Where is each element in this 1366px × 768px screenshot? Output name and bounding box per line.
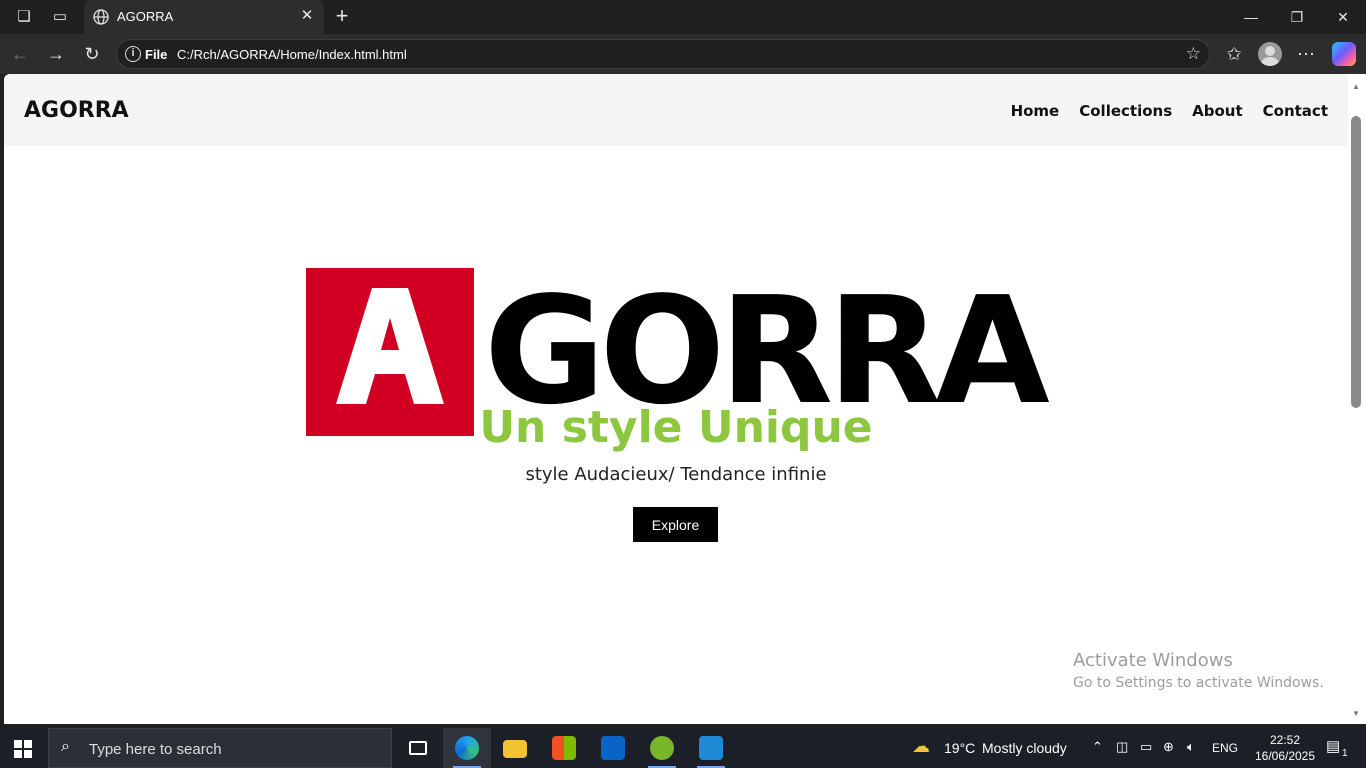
outlook-icon (601, 736, 625, 760)
search-icon: ⌕ (61, 738, 70, 755)
forward-button[interactable]: → (44, 42, 68, 66)
restore-button[interactable]: ❐ (1274, 0, 1320, 34)
taskbar-clock[interactable]: 22:52 16/06/2025 (1254, 732, 1316, 764)
language-indicator[interactable]: ENG (1212, 741, 1238, 755)
browser-tab[interactable]: AGORRA ✕ (84, 0, 324, 34)
watermark-title: Activate Windows (1073, 650, 1233, 671)
hero-subtitle: style Audacieux/ Tendance infinie (525, 464, 827, 485)
tab-title: AGORRA (117, 9, 174, 24)
activate-windows-watermark: Activate Windows Go to Settings to activ… (1073, 650, 1324, 691)
browser-toolbar: ← → ↻ i File C:/Rch/AGORRA/Home/Index.ht… (0, 34, 1366, 74)
refresh-button[interactable]: ↻ (80, 42, 104, 66)
back-button[interactable]: ← (8, 42, 32, 66)
start-button[interactable] (14, 740, 32, 758)
taskbar-search[interactable]: ⌕ Type here to search (48, 728, 392, 768)
search-placeholder: Type here to search (89, 741, 222, 758)
scroll-up-icon[interactable]: ▲ (1352, 82, 1360, 91)
windows-logo-icon (14, 740, 22, 748)
clock-date: 16/06/2025 (1254, 749, 1316, 763)
store-icon (552, 736, 576, 760)
folder-icon (503, 740, 527, 758)
windows-taskbar: ⌕ Type here to search ☁ 19°C Mostly clou… (0, 728, 1366, 768)
task-view-icon (409, 741, 427, 755)
taskbar-outlook[interactable] (589, 728, 637, 768)
site-nav: Home Collections About Contact (1011, 102, 1328, 120)
chevron-up-icon[interactable]: ⌃ (1092, 739, 1103, 755)
workspaces-icon[interactable]: ❏ (13, 6, 35, 28)
task-view-button[interactable] (394, 728, 442, 768)
watermark-subtitle: Go to Settings to activate Windows. (1073, 675, 1324, 691)
clock-time: 22:52 (1269, 733, 1301, 747)
battery-icon[interactable]: ▭ (1140, 739, 1152, 755)
taskbar-vscode[interactable] (687, 728, 735, 768)
site-header: AGORRA Home Collections About Contact (4, 74, 1348, 146)
info-icon[interactable]: i (125, 46, 141, 62)
globe-icon (93, 9, 109, 25)
taskbar-file-explorer[interactable] (491, 728, 539, 768)
url-scheme-label: File (145, 47, 168, 62)
nav-home[interactable]: Home (1011, 102, 1060, 120)
nav-collections[interactable]: Collections (1079, 102, 1172, 120)
copilot-icon[interactable] (1332, 42, 1356, 66)
nav-contact[interactable]: Contact (1263, 102, 1328, 120)
meet-now-icon[interactable]: ◫ (1116, 739, 1128, 755)
weather-temperature[interactable]: 19°C (944, 740, 975, 756)
explore-button[interactable]: Explore (633, 507, 718, 542)
profile-avatar[interactable] (1258, 42, 1282, 66)
network-globe-icon[interactable]: ⊕ (1163, 739, 1174, 755)
tab-close-icon[interactable]: ✕ (298, 7, 316, 25)
favorite-star-icon[interactable]: ☆ (1186, 44, 1201, 64)
weather-description[interactable]: Mostly cloudy (982, 740, 1067, 756)
new-tab-button[interactable]: + (330, 5, 354, 29)
edge-icon (455, 736, 479, 760)
taskbar-edge[interactable] (443, 728, 491, 768)
notification-count: 1 (1342, 748, 1348, 759)
hero-title: Un style Unique (479, 402, 873, 453)
page-viewport: AGORRA Home Collections About Contact GO… (4, 74, 1348, 724)
url-text[interactable]: C:/Rch/AGORRA/Home/Index.html.html (177, 47, 407, 62)
taskbar-store[interactable] (540, 728, 588, 768)
notification-icon[interactable]: ▤ (1326, 737, 1340, 755)
favorites-icon[interactable]: ✩ (1222, 42, 1246, 66)
vertical-scrollbar[interactable]: ▲ ▼ (1348, 74, 1366, 724)
address-bar[interactable]: i File C:/Rch/AGORRA/Home/Index.html.htm… (116, 39, 1210, 69)
tab-actions-icon[interactable]: ▭ (49, 6, 71, 28)
taskbar-utorrent[interactable] (638, 728, 686, 768)
close-window-button[interactable]: ✕ (1320, 0, 1366, 34)
more-menu-icon[interactable]: ⋯ (1294, 42, 1318, 66)
volume-icon[interactable]: 🔈︎ (1187, 739, 1195, 755)
scroll-down-icon[interactable]: ▼ (1352, 709, 1360, 718)
scrollbar-thumb[interactable] (1351, 116, 1361, 408)
nav-about[interactable]: About (1192, 102, 1243, 120)
site-brand[interactable]: AGORRA (24, 98, 129, 123)
utorrent-icon (650, 736, 674, 760)
vscode-icon (699, 736, 723, 760)
minimize-button[interactable]: — (1228, 0, 1274, 34)
weather-cloud-icon[interactable]: ☁ (912, 736, 930, 757)
browser-tab-bar: ❏ ▭ AGORRA ✕ + — ❐ ✕ (0, 0, 1366, 34)
